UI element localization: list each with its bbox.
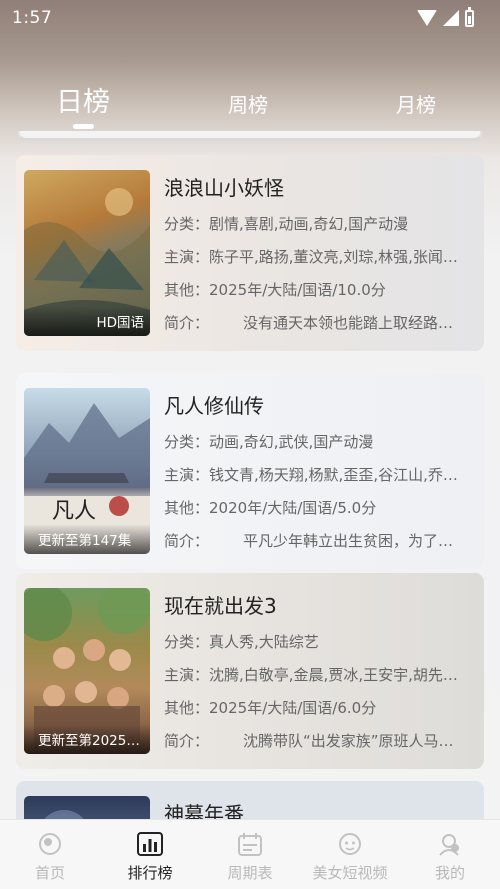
nav-label: 我的 xyxy=(434,864,465,882)
nav-home[interactable]: 首页 xyxy=(0,820,100,889)
item-category: 分类： 动画,奇幻,武侠,国产动漫 xyxy=(164,433,374,451)
nav-profile[interactable]: 我的 xyxy=(400,820,500,889)
item-info: 浪浪山小妖怪 分类： 剧情,喜剧,动画,奇幻,国产动漫 主演： 陈子平,路扬,董汶亮… xyxy=(164,172,476,346)
poster-badge: HD国语 xyxy=(24,306,150,336)
item-cast: 主演： 沈腾,白敬亭,金晨,贾冰,王安宇,胡先… xyxy=(164,666,458,684)
list-item[interactable]: 更新至第2025… 现在就出发3 分类： 真人秀,大陆综艺 主演： 沈腾,白敬亭,金… xyxy=(16,573,484,769)
nav-label: 首页 xyxy=(34,864,65,882)
profile-icon xyxy=(437,832,463,856)
tab-divider xyxy=(18,131,482,141)
wifi-icon xyxy=(417,10,437,26)
svg-text:凡人: 凡人 xyxy=(52,499,96,524)
list-item[interactable]: 凡人 更新至第147集 凡人修仙传 分类： 动画,奇幻,武侠,国产动漫 主演： 钱文… xyxy=(16,373,484,569)
item-title: 浪浪山小妖怪 xyxy=(164,176,284,200)
item-other: 其他： 2025年/大陆/国语/10.0分 xyxy=(164,281,386,299)
nav-short-video[interactable]: 美女短视频 xyxy=(300,820,400,889)
status-icons xyxy=(417,6,474,27)
item-title: 凡人修仙传 xyxy=(164,394,264,418)
nav-ranking[interactable]: 排行榜 xyxy=(100,820,200,889)
short-video-icon xyxy=(337,832,363,856)
item-cast: 主演： 陈子平,路扬,董汶亮,刘琮,林强,张闻… xyxy=(164,248,458,266)
status-time: 1:57 xyxy=(12,8,53,28)
list-item[interactable]: HD国语 浪浪山小妖怪 分类： 剧情,喜剧,动画,奇幻,国产动漫 主演： 陈子平,路… xyxy=(16,155,484,351)
battery-icon xyxy=(465,6,474,27)
tab-daily[interactable]: 日榜 xyxy=(56,80,110,119)
signal-icon xyxy=(443,10,459,26)
item-category: 分类： 真人秀,大陆综艺 xyxy=(164,633,319,651)
tab-active-indicator xyxy=(73,124,94,129)
nav-label: 周期表 xyxy=(227,864,273,882)
status-bar: 1:57 xyxy=(0,0,500,36)
item-title: 现在就出发3 xyxy=(164,594,277,618)
home-icon xyxy=(37,832,63,856)
poster-image[interactable]: 更新至第2025… xyxy=(24,588,150,754)
item-info: 现在就出发3 分类： 真人秀,大陆综艺 主演： 沈腾,白敬亭,金晨,贾冰,王安宇,胡… xyxy=(164,590,476,764)
calendar-icon xyxy=(237,832,263,856)
item-other: 其他： 2020年/大陆/国语/5.0分 xyxy=(164,499,377,517)
item-info: 凡人修仙传 分类： 动画,奇幻,武侠,国产动漫 主演： 钱文青,杨天翔,杨默,歪歪,… xyxy=(164,390,476,564)
ranking-icon xyxy=(137,832,163,856)
item-intro: 简介： 没有通天本领也能踏上取经路… xyxy=(164,314,454,332)
nav-label: 排行榜 xyxy=(127,864,173,882)
item-intro: 简介： 平凡少年韩立出生贫困，为了… xyxy=(164,532,454,550)
bottom-nav: 首页 排行榜 周期表 美女短视频 我的 xyxy=(0,819,500,889)
item-category: 分类： 剧情,喜剧,动画,奇幻,国产动漫 xyxy=(164,215,409,233)
item-other: 其他： 2025年/大陆/国语/6.0分 xyxy=(164,699,377,717)
ranking-tabs: 日榜 周榜 月榜 xyxy=(0,80,500,130)
item-cast: 主演： 钱文青,杨天翔,杨默,歪歪,谷江山,乔… xyxy=(164,466,458,484)
tab-monthly[interactable]: 月榜 xyxy=(396,89,436,118)
poster-image[interactable]: 凡人 更新至第147集 xyxy=(24,388,150,554)
poster-image[interactable]: HD国语 xyxy=(24,170,150,336)
tab-weekly[interactable]: 周榜 xyxy=(228,89,268,118)
item-intro: 简介： 沈腾带队“出发家族”原班人马… xyxy=(164,732,454,750)
nav-label: 美女短视频 xyxy=(312,864,388,882)
poster-badge: 更新至第147集 xyxy=(24,524,150,554)
nav-calendar[interactable]: 周期表 xyxy=(200,820,300,889)
poster-badge: 更新至第2025… xyxy=(24,724,150,754)
